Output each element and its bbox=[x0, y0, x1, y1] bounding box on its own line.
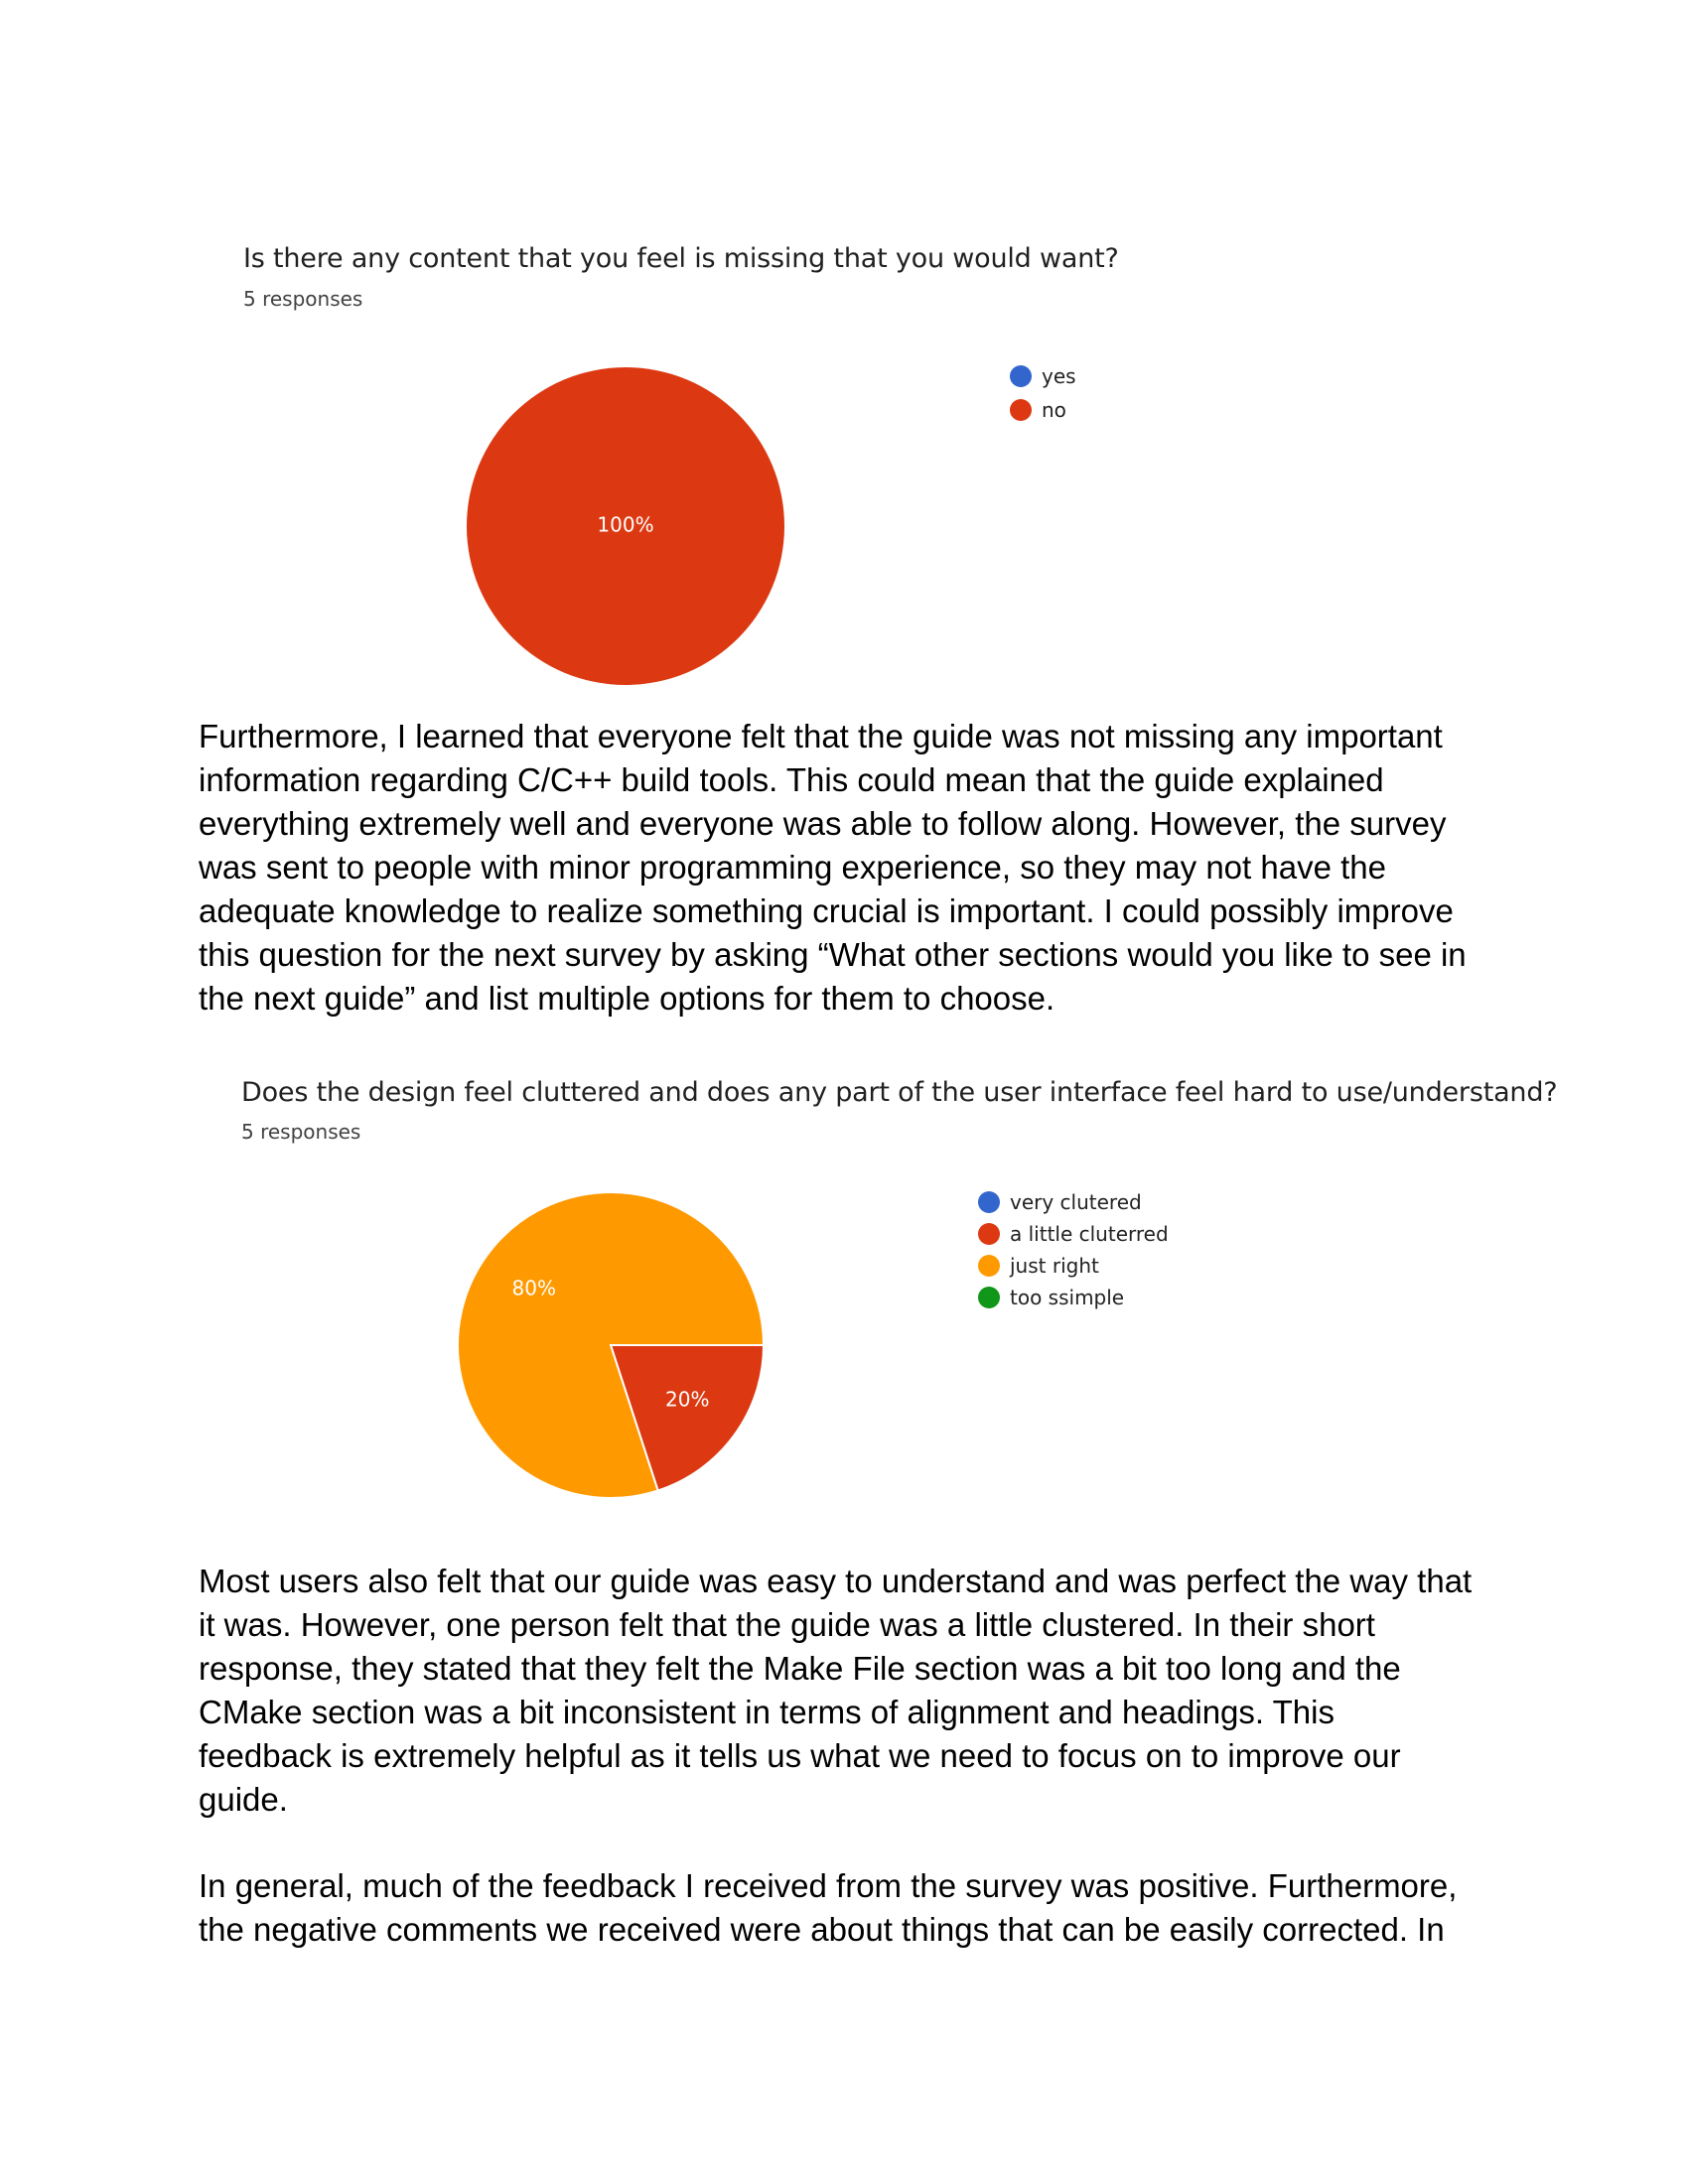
legend-item-very-clutered: very clutered bbox=[978, 1187, 1142, 1217]
legend-label: just right bbox=[1010, 1254, 1099, 1278]
legend-label: a little cluterred bbox=[1010, 1222, 1169, 1246]
legend-dot-icon bbox=[1010, 399, 1032, 421]
paragraph-line: it was. However, one person felt that th… bbox=[199, 1606, 1375, 1643]
legend-item-yes: yes bbox=[1010, 361, 1076, 391]
legend-item-a-little-cluterred: a little cluterred bbox=[978, 1219, 1169, 1249]
legend-label: no bbox=[1042, 398, 1066, 422]
paragraph-line: this question for the next survey by ask… bbox=[199, 936, 1467, 973]
paragraph-line: feedback is extremely helpful as it tell… bbox=[199, 1737, 1401, 1774]
chart1-response-count: 5 responses bbox=[243, 287, 363, 311]
pie-slice-label: 100% bbox=[597, 513, 653, 537]
legend-label: yes bbox=[1042, 364, 1076, 388]
paragraph-line: Most users also felt that our guide was … bbox=[199, 1563, 1473, 1599]
paragraph-line: the negative comments we received were a… bbox=[199, 1911, 1445, 1948]
legend-dot-icon bbox=[978, 1191, 1000, 1213]
paragraph-line: response, they stated that they felt the… bbox=[199, 1650, 1401, 1687]
body-paragraph-2: Most users also felt that our guide was … bbox=[199, 1560, 1529, 1822]
chart2-question: Does the design feel cluttered and does … bbox=[241, 1077, 1558, 1108]
legend-label: very clutered bbox=[1010, 1190, 1142, 1214]
chart1-question: Is there any content that you feel is mi… bbox=[243, 243, 1119, 274]
pie-slice-label: 80% bbox=[512, 1276, 556, 1299]
paragraph-line: information regarding C/C++ build tools.… bbox=[199, 761, 1384, 798]
paragraph-line: Furthermore, I learned that everyone fel… bbox=[199, 718, 1443, 754]
pie-slice-label: 20% bbox=[665, 1388, 709, 1412]
legend-item-just-right: just right bbox=[978, 1251, 1099, 1281]
paragraph-line: In general, much of the feedback I recei… bbox=[199, 1867, 1458, 1904]
legend-item-no: no bbox=[1010, 395, 1066, 425]
legend-item-too-ssimple: too ssimple bbox=[978, 1283, 1124, 1312]
body-paragraph-1: Furthermore, I learned that everyone fel… bbox=[199, 715, 1529, 1021]
chart1-pie: 100% bbox=[467, 367, 784, 685]
paragraph-line: guide. bbox=[199, 1781, 288, 1818]
legend-dot-icon bbox=[978, 1287, 1000, 1308]
chart2-response-count: 5 responses bbox=[241, 1120, 361, 1144]
paragraph-line: was sent to people with minor programmin… bbox=[199, 849, 1386, 886]
paragraph-line: the next guide” and list multiple option… bbox=[199, 980, 1055, 1017]
legend-label: too ssimple bbox=[1010, 1286, 1125, 1309]
paragraph-line: everything extremely well and everyone w… bbox=[199, 805, 1447, 842]
paragraph-line: adequate knowledge to realize something … bbox=[199, 892, 1454, 929]
legend-dot-icon bbox=[1010, 365, 1032, 387]
legend-dot-icon bbox=[978, 1223, 1000, 1245]
paragraph-line: CMake section was a bit inconsistent in … bbox=[199, 1694, 1335, 1730]
body-paragraph-3: In general, much of the feedback I recei… bbox=[199, 1864, 1529, 1952]
chart2-pie: 20% 80% bbox=[457, 1191, 766, 1499]
legend-dot-icon bbox=[978, 1255, 1000, 1277]
